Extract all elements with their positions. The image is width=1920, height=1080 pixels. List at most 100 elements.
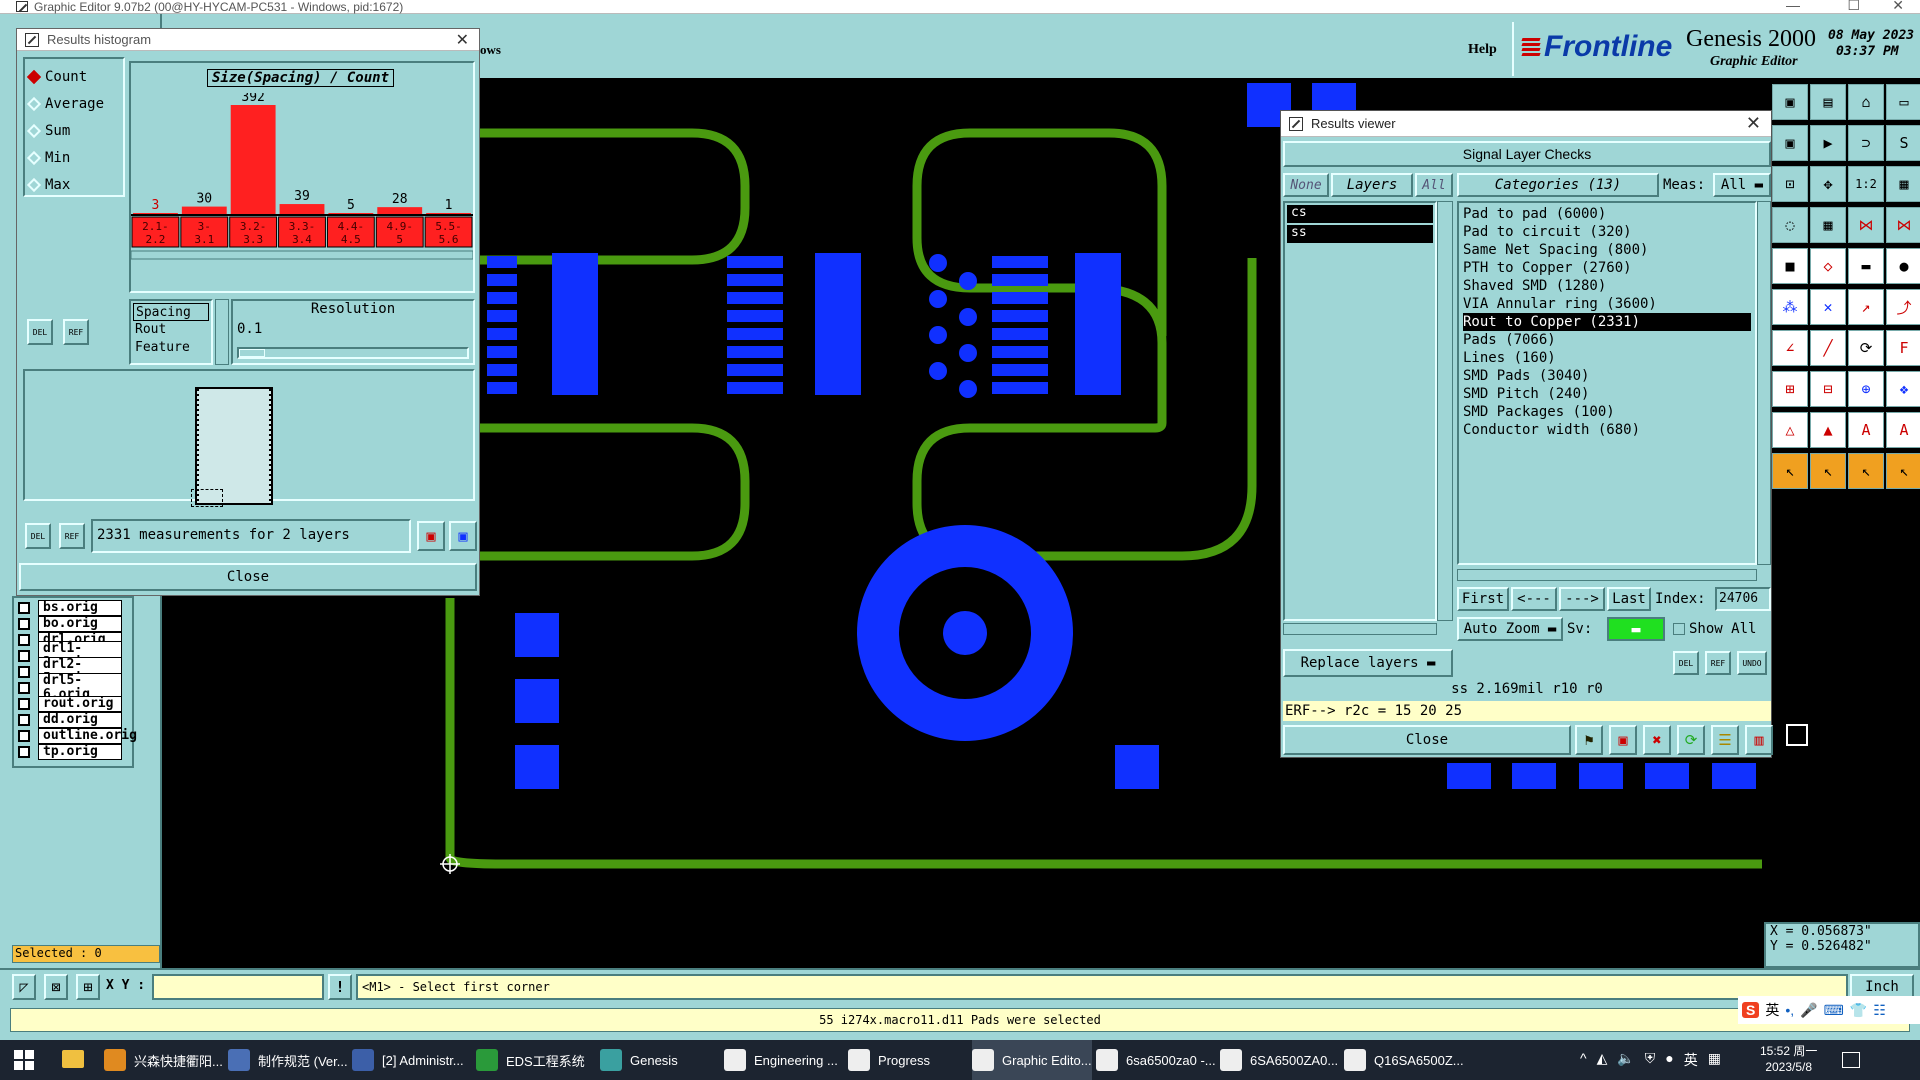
tool-step-icon[interactable]: ⊃ <box>1848 125 1884 161</box>
viewer-layer-scrollbar[interactable] <box>1437 201 1453 621</box>
ime-keyboard-icon[interactable]: ⌨ <box>1824 1002 1844 1019</box>
next-button[interactable]: ---> <box>1559 587 1605 611</box>
category-item[interactable]: Pads (7066) <box>1463 331 1751 349</box>
taskbar-item[interactable]: Genesis <box>600 1040 720 1080</box>
meas-dropdown[interactable]: All ▬ <box>1713 173 1771 197</box>
mode-radio-4[interactable]: Max <box>25 171 123 198</box>
tool-pointer3-icon[interactable]: ↖ <box>1848 453 1884 489</box>
category-item[interactable]: Rout to Copper (2331) <box>1463 313 1751 331</box>
taskbar-item[interactable]: 6SA6500ZA0... <box>1220 1040 1340 1080</box>
layers-none-button[interactable]: None <box>1283 173 1329 197</box>
tray-volume-icon[interactable]: 🔈 <box>1617 1050 1634 1070</box>
tool-slash-icon[interactable]: ╱ <box>1810 330 1846 366</box>
tool-link-icon[interactable]: ⤴ <box>1886 289 1920 325</box>
category-item[interactable]: Same Net Spacing (800) <box>1463 241 1751 259</box>
viewer-close-icon[interactable]: ✕ <box>1746 113 1761 134</box>
notification-icon[interactable] <box>1842 1052 1860 1068</box>
taskbar-item[interactable]: Engineering ... <box>724 1040 844 1080</box>
taskbar-item[interactable]: Q16SA6500Z... <box>1344 1040 1464 1080</box>
tool-measure-icon[interactable]: ⋈ <box>1848 207 1884 243</box>
tool-angle-icon[interactable]: ∠ <box>1772 330 1808 366</box>
tray-network-icon[interactable]: ◭ <box>1597 1050 1608 1070</box>
layer-checkbox[interactable] <box>18 714 30 726</box>
export-chart-icon[interactable]: ▣ <box>417 521 445 551</box>
histogram-bar[interactable] <box>181 206 227 215</box>
tool-dot-icon[interactable]: ● <box>1886 248 1920 284</box>
layers-all-button[interactable]: All <box>1415 173 1453 197</box>
tool-arc-icon[interactable]: ⟳ <box>1848 330 1884 366</box>
layer-checkbox[interactable] <box>18 650 30 662</box>
layer-checkbox[interactable] <box>18 730 30 742</box>
type-item-0[interactable]: Spacing <box>133 303 209 321</box>
hist-del-button[interactable]: DEL <box>27 319 53 345</box>
histogram-bar[interactable] <box>377 207 423 215</box>
mode-radio-1[interactable]: Average <box>25 90 123 117</box>
layer-checkbox[interactable] <box>18 682 30 694</box>
category-item[interactable]: PTH to Copper (2760) <box>1463 259 1751 277</box>
tool-line-icon[interactable]: ↗ <box>1848 289 1884 325</box>
histogram-bar[interactable] <box>279 204 325 215</box>
hist-ref-button[interactable]: REF <box>63 319 89 345</box>
first-button[interactable]: First <box>1457 587 1509 611</box>
taskbar-item[interactable]: 6sa6500za0 -... <box>1096 1040 1216 1080</box>
auto-zoom-dropdown[interactable]: Auto Zoom ▬ <box>1457 617 1563 641</box>
tool-tri3-icon[interactable]: A <box>1848 412 1884 448</box>
layer-row[interactable]: bo.orig <box>14 616 132 632</box>
layer-checkbox[interactable] <box>18 634 30 646</box>
tool-f-icon[interactable]: F <box>1886 330 1920 366</box>
tool-window-icon[interactable]: ▭ <box>1886 84 1920 120</box>
tool-cross-icon[interactable]: ✕ <box>1810 289 1846 325</box>
tool-minus-icon[interactable]: ⊟ <box>1810 371 1846 407</box>
tool-histogram-icon[interactable]: ▥ <box>1745 725 1773 755</box>
layers-button[interactable]: Layers <box>1331 173 1413 197</box>
ime-punct-icon[interactable]: •, <box>1785 1002 1794 1018</box>
viewer-ref-button[interactable]: REF <box>1705 651 1731 675</box>
layer-row[interactable]: rout.orig <box>14 696 132 712</box>
tool-report-icon[interactable]: ▣ <box>1609 725 1637 755</box>
taskbar-item[interactable]: 兴森快捷衢阳... <box>104 1040 224 1080</box>
layer-row[interactable]: bs.orig <box>14 600 132 616</box>
category-item[interactable]: Conductor width (680) <box>1463 421 1751 439</box>
layer-checkbox[interactable] <box>18 618 30 630</box>
layer-row[interactable]: outline.orig <box>14 728 137 744</box>
tool-home-icon[interactable]: ⌂ <box>1848 84 1884 120</box>
tool-pointer2-icon[interactable]: ↖ <box>1810 453 1846 489</box>
histogram-close-icon[interactable]: ✕ <box>456 30 469 50</box>
start-icon[interactable] <box>14 1050 34 1070</box>
resolution-slider[interactable] <box>237 347 469 359</box>
viewer-layer-item[interactable]: cs <box>1287 205 1433 223</box>
tool-pointer4-icon[interactable]: ↖ <box>1886 453 1920 489</box>
menu-windows[interactable]: ows <box>480 42 501 58</box>
histogram-close-button[interactable]: Close <box>19 563 477 591</box>
tool-layer-icon[interactable]: ▣ <box>1772 125 1808 161</box>
type-item-2[interactable]: Feature <box>133 339 209 357</box>
tool-snap-icon[interactable]: ◌ <box>1772 207 1808 243</box>
categories-hscroll[interactable] <box>1457 569 1757 581</box>
mode-radio-0[interactable]: Count <box>25 63 123 90</box>
tool-ruler-icon[interactable]: ▬ <box>1848 248 1884 284</box>
sv-dropdown[interactable]: ▬ <box>1607 617 1665 641</box>
layer-checkbox[interactable] <box>18 602 30 614</box>
histogram-bar[interactable] <box>230 105 276 215</box>
categories-scrollbar[interactable] <box>1757 201 1771 565</box>
tool-save-icon[interactable]: ▤ <box>1810 84 1846 120</box>
viewer-layer-hscroll[interactable] <box>1283 623 1437 635</box>
histogram-hscroll[interactable] <box>131 250 473 260</box>
type-item-1[interactable]: Rout <box>133 321 209 339</box>
tool-tri4-icon[interactable]: A <box>1886 412 1920 448</box>
taskbar-item[interactable]: EDS工程系统 <box>476 1040 596 1080</box>
tool-cross2-icon[interactable]: ⊕ <box>1848 371 1884 407</box>
category-item[interactable]: VIA Annular ring (3600) <box>1463 295 1751 313</box>
xy-input[interactable] <box>152 974 324 1000</box>
mode-radio-3[interactable]: Min <box>25 144 123 171</box>
tool-list-icon[interactable]: ☰ <box>1711 725 1739 755</box>
tool-scale-icon[interactable]: 1:2 <box>1848 166 1884 202</box>
tool-tri1-icon[interactable]: △ <box>1772 412 1808 448</box>
tray-lang[interactable]: 英 <box>1684 1050 1698 1070</box>
mode-radio-2[interactable]: Sum <box>25 117 123 144</box>
layer-checkbox[interactable] <box>18 746 30 758</box>
taskbar-item[interactable]: Graphic Edito... <box>972 1040 1092 1080</box>
taskbar-item[interactable]: Progress <box>848 1040 968 1080</box>
category-item[interactable]: Pad to circuit (320) <box>1463 223 1751 241</box>
category-item[interactable]: SMD Pitch (240) <box>1463 385 1751 403</box>
